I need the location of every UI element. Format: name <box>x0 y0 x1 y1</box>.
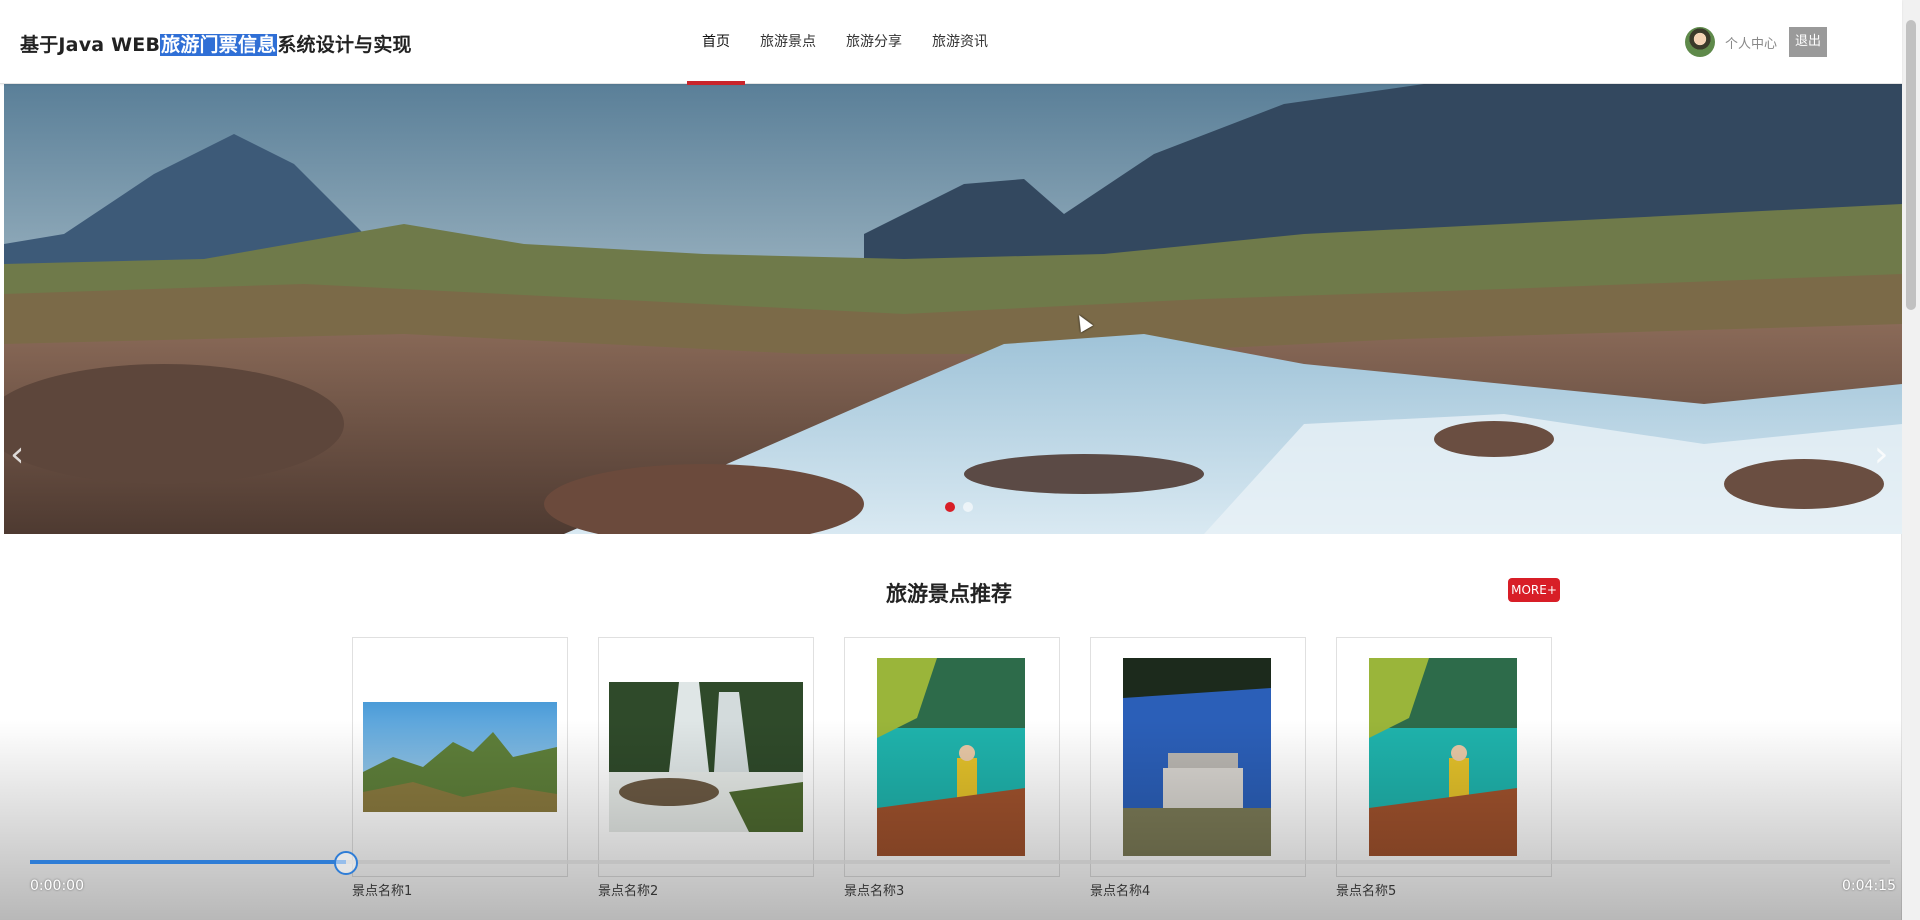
page-scrollbar[interactable] <box>1901 0 1920 920</box>
attraction-name-4[interactable]: 景点名称4 <box>1090 880 1150 899</box>
attraction-image-2 <box>609 682 803 832</box>
banner-landscape-image <box>4 84 1902 534</box>
video-progress-knob[interactable] <box>334 851 359 875</box>
scrollbar-thumb[interactable] <box>1906 20 1916 310</box>
video-progress-bar[interactable] <box>30 851 1890 875</box>
video-current-time: 0:00:00 <box>30 878 84 894</box>
nav-share[interactable]: 旅游分享 <box>831 0 917 83</box>
nav-attractions[interactable]: 旅游景点 <box>745 0 831 83</box>
top-header: 基于Java WEB旅游门票信息系统设计与实现 首页 旅游景点 旅游分享 旅游资… <box>0 0 1902 85</box>
banner-prev-arrow[interactable]: ‹ <box>10 437 34 473</box>
attraction-card-1[interactable] <box>352 637 568 877</box>
attraction-card-5[interactable] <box>1336 637 1552 877</box>
site-title: 基于Java WEB旅游门票信息系统设计与实现 <box>20 30 412 57</box>
hero-banner <box>4 84 1902 534</box>
attraction-image-3 <box>877 658 1025 856</box>
nav-news[interactable]: 旅游资讯 <box>917 0 1003 83</box>
attraction-name-5[interactable]: 景点名称5 <box>1336 880 1396 899</box>
attraction-image-5 <box>1369 658 1517 856</box>
section-title: 旅游景点推荐 <box>886 582 1012 606</box>
attraction-card-4[interactable] <box>1090 637 1306 877</box>
site-title-selected-text: 旅游门票信息 <box>160 34 278 56</box>
logout-button[interactable]: 退出 <box>1789 27 1827 57</box>
user-area: 个人中心 退出 <box>1684 27 1827 57</box>
attraction-card-2[interactable] <box>598 637 814 877</box>
attraction-name-1[interactable]: 景点名称1 <box>352 880 412 899</box>
video-duration: 0:04:15 <box>1842 878 1896 894</box>
banner-dot-1[interactable] <box>945 502 955 512</box>
video-progress-fill <box>30 860 347 864</box>
attraction-image-1 <box>363 702 557 812</box>
avatar[interactable] <box>1684 27 1715 57</box>
nav-home[interactable]: 首页 <box>687 0 745 85</box>
site-title-suffix: 系统设计与实现 <box>277 34 412 56</box>
banner-next-arrow[interactable]: › <box>1874 437 1898 473</box>
main-nav: 首页 旅游景点 旅游分享 旅游资讯 <box>687 0 1003 85</box>
more-button[interactable]: MORE+ <box>1508 578 1560 602</box>
attraction-name-3[interactable]: 景点名称3 <box>844 880 904 899</box>
attraction-image-4 <box>1123 658 1271 856</box>
user-center-link[interactable]: 个人中心 <box>1725 33 1777 52</box>
banner-pagination <box>945 502 973 512</box>
attraction-card-3[interactable] <box>844 637 1060 877</box>
banner-dot-2[interactable] <box>963 502 973 512</box>
site-title-prefix: 基于Java WEB <box>20 34 161 56</box>
attraction-name-2[interactable]: 景点名称2 <box>598 880 658 899</box>
